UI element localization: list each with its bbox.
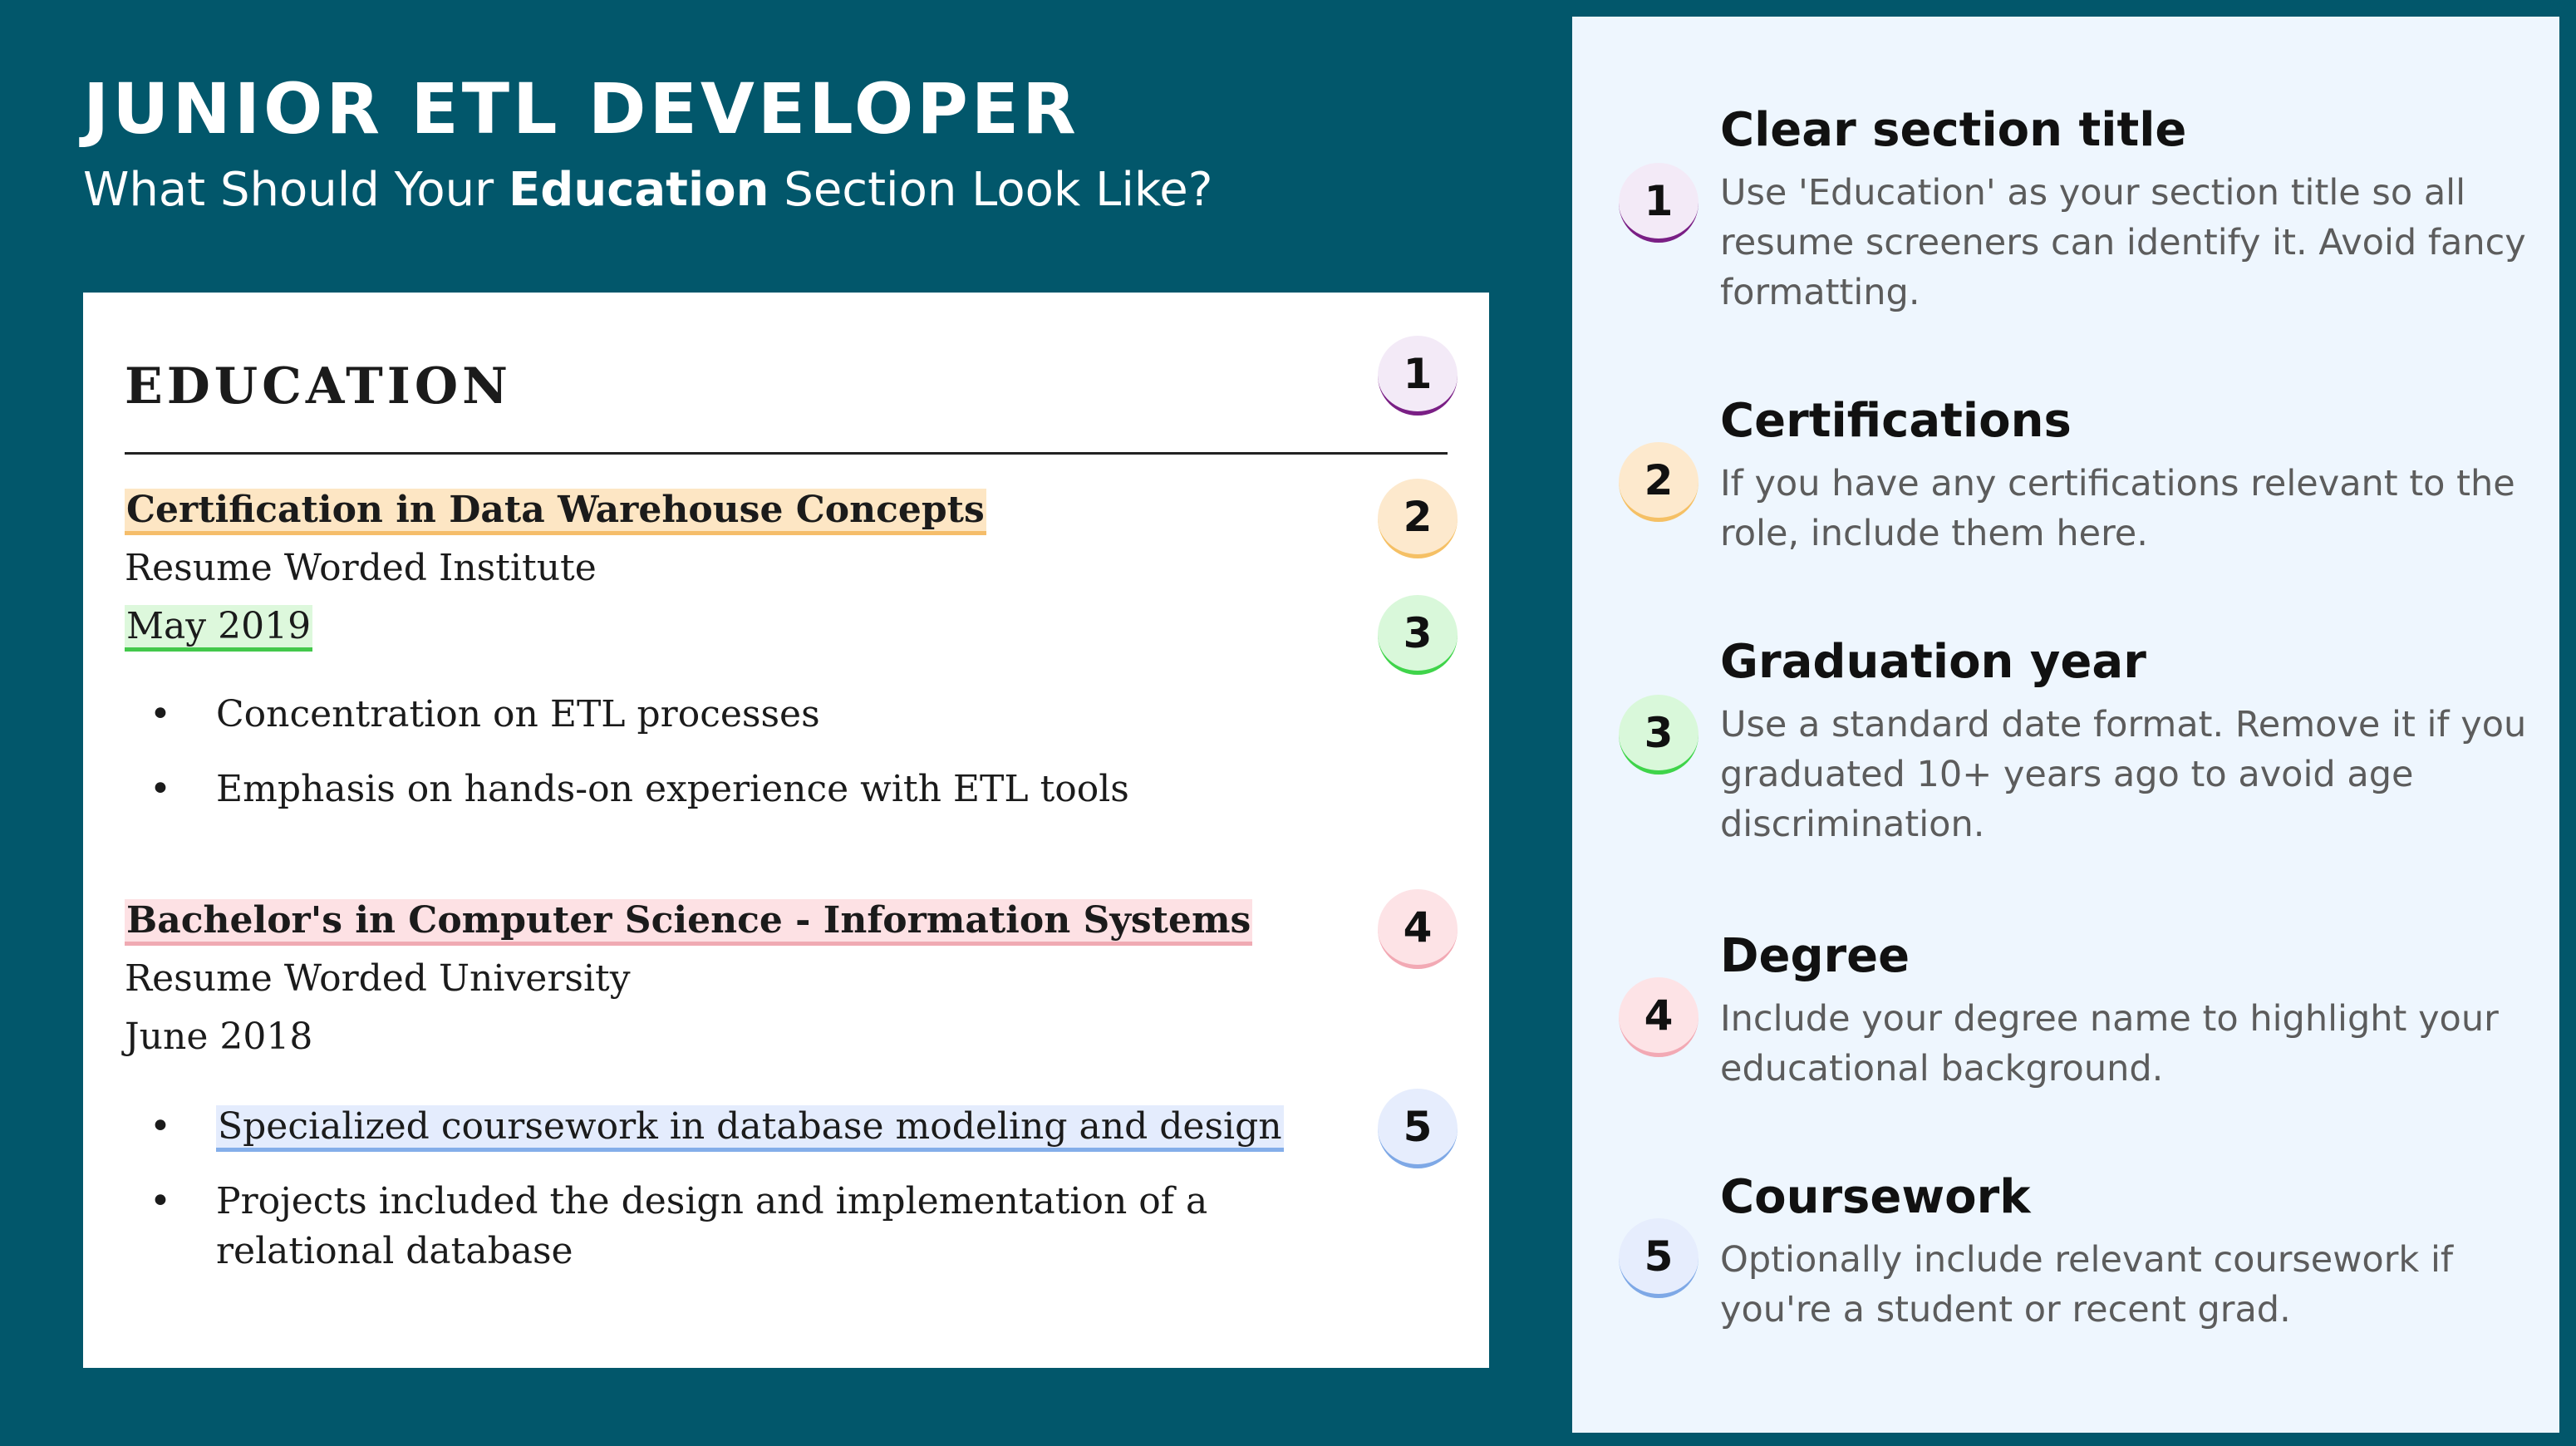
tip-title: Coursework	[1720, 1170, 2031, 1224]
entry-2-degree: Bachelor's in Computer Science - Informa…	[125, 899, 1253, 946]
tip-badge-1: 1	[1619, 163, 1698, 243]
entry-1-degree: Certification in Data Warehouse Concepts	[125, 489, 986, 535]
bullet-dot: •	[150, 1105, 171, 1148]
tips-panel: 1 Clear section title Use 'Education' as…	[1572, 17, 2559, 1433]
bullet-dot: •	[150, 768, 171, 810]
bullet-text-wrap: Specialized coursework in database model…	[216, 1102, 1330, 1152]
heading-rule	[125, 452, 1448, 455]
tip-title: Degree	[1720, 929, 1910, 983]
tip-title: Certifications	[1720, 394, 2072, 448]
degree-highlight: Certification in Data Warehouse Concepts	[125, 489, 986, 535]
bullet-dot: •	[150, 693, 171, 735]
tip-body: Include your degree name to highlight yo…	[1720, 998, 2499, 1089]
degree-highlight: Bachelor's in Computer Science - Informa…	[125, 899, 1253, 946]
tip-title: Graduation year	[1720, 635, 2146, 689]
entry-1-date: May 2019	[125, 605, 313, 652]
subtitle-bold: Education	[508, 163, 769, 217]
subtitle-pre: What Should Your	[83, 163, 509, 217]
subtitle-post: Section Look Like?	[769, 163, 1213, 217]
education-heading: EDUCATION	[125, 357, 512, 416]
entry-1-institution: Resume Worded Institute	[125, 547, 597, 589]
tip-badge-2: 2	[1619, 442, 1698, 522]
coursework-highlight: Specialized coursework in database model…	[216, 1105, 1284, 1152]
tip-badge-4: 4	[1619, 977, 1698, 1057]
resume-education-card: EDUCATION 1 Certification in Data Wareho…	[83, 293, 1489, 1368]
tip-body: Use 'Education' as your section title so…	[1720, 172, 2526, 313]
bullet-dot: •	[150, 1180, 171, 1222]
badge-3: 3	[1378, 595, 1458, 675]
bullet-text: Projects included the design and impleme…	[216, 1180, 1208, 1272]
badge-1: 1	[1378, 336, 1458, 416]
bullet-text: Concentration on ETL processes	[216, 693, 820, 735]
tip-badge-5: 5	[1619, 1218, 1698, 1298]
tip-title: Clear section title	[1720, 103, 2187, 157]
page-subtitle: What Should Your Education Section Look …	[83, 163, 1212, 217]
tip-badge-3: 3	[1619, 695, 1698, 775]
entry-2-date: June 2018	[125, 1016, 313, 1058]
tip-body: If you have any certifications relevant …	[1720, 463, 2515, 554]
tip-body: Use a standard date format. Remove it if…	[1720, 704, 2527, 845]
badge-4: 4	[1378, 889, 1458, 969]
entry-2-institution: Resume Worded University	[125, 957, 631, 1000]
date-highlight: May 2019	[125, 605, 313, 652]
page-title: JUNIOR ETL DEVELOPER	[83, 68, 1079, 150]
bullet-text: Emphasis on hands-on experience with ETL…	[216, 768, 1129, 810]
badge-5: 5	[1378, 1089, 1458, 1168]
tip-body: Optionally include relevant coursework i…	[1720, 1239, 2454, 1330]
badge-2: 2	[1378, 479, 1458, 558]
